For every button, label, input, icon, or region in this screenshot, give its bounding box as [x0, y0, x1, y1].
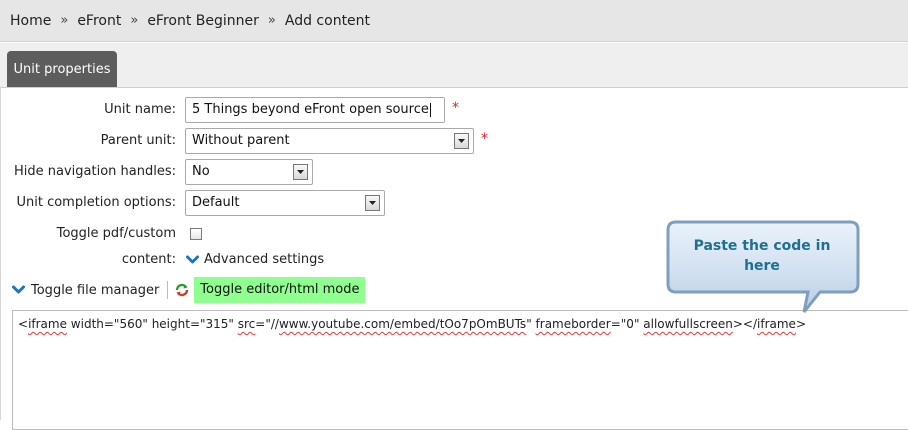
callout-line-1: Paste the code in	[693, 238, 831, 254]
completion-options-select[interactable]: Default	[185, 190, 385, 216]
code-token: >	[795, 317, 806, 331]
hide-navigation-selected: No	[192, 164, 210, 179]
chevron-down-icon	[12, 285, 25, 294]
code-token: ></	[732, 317, 758, 331]
advanced-settings-label: Advanced settings	[204, 252, 325, 267]
required-mark: *	[452, 100, 459, 116]
misspelled-token: iframe	[757, 317, 796, 331]
callout-line-2: here	[744, 258, 780, 274]
toggle-pdf-checkbox[interactable]	[190, 228, 202, 240]
code-token: <	[18, 317, 29, 331]
html-editor-textarea[interactable]: <iframe width="560" height="315" src="//…	[12, 310, 908, 430]
completion-options-label: Unit completion options:	[16, 195, 176, 210]
callout-text: Paste the code in here	[672, 236, 852, 276]
breadcrumb-course[interactable]: eFront Beginner	[147, 13, 259, 29]
tab-bar: Unit properties	[0, 43, 908, 88]
toggle-file-manager-label: Toggle file manager	[31, 282, 160, 298]
dropdown-arrow-icon[interactable]	[365, 195, 380, 211]
editor-toolbar: Toggle file manager Toggle editor/html m…	[12, 277, 366, 303]
misspelled-token: src	[237, 317, 256, 331]
breadcrumb-efront[interactable]: eFront	[77, 13, 121, 29]
text-cursor	[429, 102, 431, 117]
breadcrumb-separator: »	[267, 13, 276, 28]
hide-navigation-label: Hide navigation handles:	[14, 164, 176, 179]
misspelled-token: www.youtube.com/embed/tOo7pOmBUTs	[278, 317, 527, 331]
unit-name-input[interactable]: 5 Things beyond eFront open source	[185, 97, 445, 123]
unit-name-label: Unit name:	[104, 102, 176, 117]
tab-unit-properties[interactable]: Unit properties	[7, 51, 117, 87]
parent-unit-select[interactable]: Without parent	[185, 128, 474, 154]
breadcrumb-separator: »	[130, 13, 139, 28]
breadcrumb-separator: »	[60, 13, 69, 28]
toggle-file-manager-button[interactable]: Toggle file manager	[12, 283, 159, 298]
completion-options-selected: Default	[192, 195, 240, 210]
code-token: "	[526, 317, 536, 331]
parent-unit-selected: Without parent	[192, 133, 290, 148]
code-token: width="560" height="315"	[66, 317, 238, 331]
toggle-pdf-label: Toggle pdf/custom content:	[56, 226, 176, 267]
breadcrumb-home[interactable]: Home	[10, 13, 51, 29]
breadcrumb: Home » eFront » eFront Beginner » Add co…	[0, 0, 908, 42]
required-mark: *	[481, 131, 488, 147]
switch-mode-icon[interactable]	[174, 282, 190, 298]
advanced-settings-toggle[interactable]: Advanced settings	[186, 252, 324, 267]
toolbar-divider	[167, 281, 169, 299]
code-token: ="//	[255, 317, 279, 331]
hide-navigation-select[interactable]: No	[185, 159, 313, 185]
misspelled-token: frameborder	[535, 317, 611, 331]
misspelled-token: iframe	[28, 317, 67, 331]
dropdown-arrow-icon[interactable]	[454, 133, 469, 149]
dropdown-arrow-icon[interactable]	[293, 164, 308, 180]
code-token: ="0"	[610, 317, 644, 331]
chevron-down-icon	[186, 255, 199, 263]
toggle-editor-html-mode-button[interactable]: Toggle editor/html mode	[194, 277, 366, 303]
misspelled-token: allowfullscreen	[643, 317, 733, 331]
breadcrumb-current: Add content	[284, 12, 371, 29]
parent-unit-label: Parent unit:	[100, 133, 176, 148]
unit-name-value: 5 Things beyond eFront open source	[192, 102, 429, 117]
